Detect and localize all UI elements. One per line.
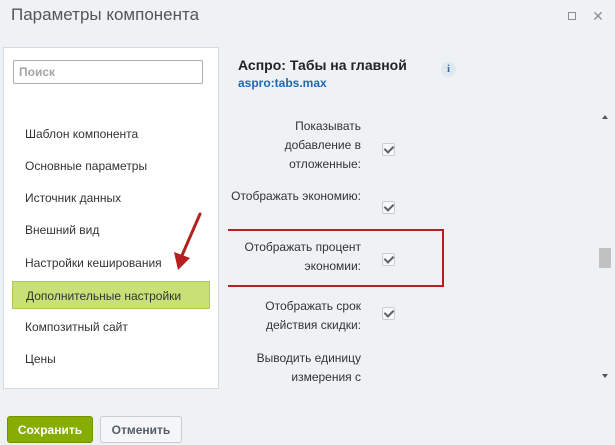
sidebar-item-additional[interactable]: Дополнительные настройки — [12, 281, 210, 309]
param-checkbox[interactable] — [382, 143, 395, 156]
param-label: Показывать добавление в отложенные: — [284, 119, 361, 171]
cancel-button[interactable]: Отменить — [100, 416, 182, 443]
red-arrow-annotation — [174, 212, 202, 270]
scrollbar-thumb[interactable] — [599, 248, 611, 268]
param-label: Выводить единицу измерения с — [256, 351, 361, 384]
close-icon[interactable]: ✕ — [591, 9, 605, 23]
sidebar-item-composite[interactable]: Композитный сайт — [12, 313, 210, 341]
scroll-up-icon[interactable] — [602, 115, 608, 119]
maximize-icon[interactable] — [565, 9, 579, 23]
sidebar-item-prices[interactable]: Цены — [12, 345, 210, 373]
sidebar-item-template[interactable]: Шаблон компонента — [12, 120, 210, 148]
param-label: Отображать экономию: — [231, 189, 361, 203]
save-button[interactable]: Сохранить — [7, 416, 93, 443]
content-panel: Аспро: Табы на главной i aspro:tabs.max … — [228, 47, 612, 389]
params-list: Показывать добавление в отложенные: Отоб… — [228, 111, 612, 385]
param-label: Отображать срок действия скидки: — [265, 299, 361, 332]
info-icon[interactable]: i — [441, 62, 456, 77]
param-checkbox[interactable] — [382, 253, 395, 266]
window-title: Параметры компонента — [11, 5, 200, 24]
search-input[interactable] — [13, 60, 203, 84]
window-titlebar: Параметры компонента ✕ — [0, 0, 615, 34]
sidebar-item-data-source[interactable]: Источник данных — [12, 184, 210, 212]
component-title: Аспро: Табы на главной — [238, 57, 407, 73]
footer: Сохранить Отменить — [0, 410, 615, 445]
scroll-down-icon[interactable] — [602, 374, 608, 378]
component-code: aspro:tabs.max — [238, 76, 327, 90]
scrollbar[interactable] — [599, 111, 611, 385]
param-checkbox[interactable] — [382, 201, 395, 214]
param-label: Отображать процент экономии: — [244, 240, 362, 273]
param-checkbox[interactable] — [382, 307, 395, 320]
sidebar-item-main-params[interactable]: Основные параметры — [12, 152, 210, 180]
